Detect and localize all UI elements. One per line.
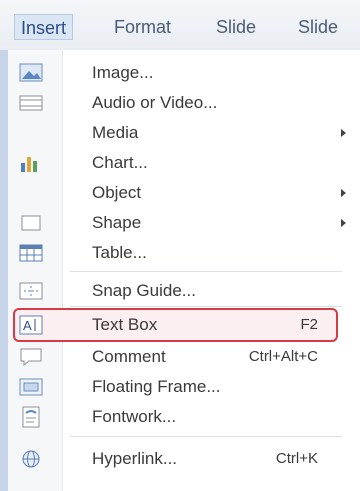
menu-item-image[interactable]: Image... <box>8 58 360 88</box>
menu-item-label: Shape <box>92 213 142 232</box>
shape-icon <box>18 211 44 235</box>
menu-item-hyperlink[interactable]: Hyperlink... Ctrl+K <box>8 444 360 474</box>
menu-item-shortcut: F2 <box>300 316 318 333</box>
floating-frame-icon <box>18 375 44 399</box>
menu-item-label: Image... <box>92 63 154 82</box>
window-edge <box>0 50 8 491</box>
submenu-arrow-icon <box>341 189 346 197</box>
menu-separator <box>70 436 342 437</box>
menu-item-label: Audio or Video... <box>92 93 218 112</box>
menu-item-comment[interactable]: Comment Ctrl+Alt+C <box>8 342 360 372</box>
menu-format[interactable]: Format <box>108 14 177 40</box>
menu-item-snap-guide[interactable]: Snap Guide... <box>8 276 360 306</box>
chart-icon <box>18 151 44 175</box>
menu-item-media[interactable]: Media <box>8 118 360 148</box>
submenu-arrow-icon <box>341 219 346 227</box>
menu-item-label: Hyperlink... <box>92 449 178 468</box>
menu-item-shape[interactable]: Shape <box>8 208 360 238</box>
snap-guide-icon <box>18 279 44 303</box>
menu-item-fontwork[interactable]: Fontwork... <box>8 402 360 432</box>
menu-insert[interactable]: Insert <box>14 14 74 40</box>
menu-item-text-box[interactable]: A Text Box F2 <box>8 310 360 340</box>
menu-separator <box>70 271 342 272</box>
menu-item-label: Object <box>92 183 142 202</box>
menu-item-chart[interactable]: Chart... <box>8 148 360 178</box>
table-icon <box>18 241 44 265</box>
menu-item-label: Floating Frame... <box>92 377 221 396</box>
menu-slideshow[interactable]: Slide <box>292 14 344 40</box>
menu-item-label: Snap Guide... <box>92 281 196 300</box>
audio-video-icon <box>18 91 44 115</box>
menu-item-object[interactable]: Object <box>8 178 360 208</box>
menu-item-label: Chart... <box>92 153 148 172</box>
menu-item-label: Text Box <box>92 315 158 334</box>
menu-item-label: Fontwork... <box>92 407 177 426</box>
comment-icon <box>18 345 44 369</box>
menu-bar: Insert Format Slide Slide <box>0 0 360 51</box>
image-icon <box>18 61 44 85</box>
svg-text:A: A <box>23 318 32 333</box>
menu-item-shortcut: Ctrl+Alt+C <box>248 348 318 365</box>
menu-item-label: Comment <box>92 347 166 366</box>
menu-item-floating-frame[interactable]: Floating Frame... <box>8 372 360 402</box>
text-box-icon: A <box>18 313 44 337</box>
hyperlink-icon <box>18 447 44 471</box>
menu-item-label: Media <box>92 123 139 142</box>
menu-item-shortcut: Ctrl+K <box>275 450 318 467</box>
menu-item-audio-video[interactable]: Audio or Video... <box>8 88 360 118</box>
menu-slide[interactable]: Slide <box>210 14 262 40</box>
menu-item-label: Table... <box>92 243 147 262</box>
fontwork-icon <box>18 405 44 429</box>
menu-item-table[interactable]: Table... <box>8 238 360 268</box>
submenu-arrow-icon <box>341 129 346 137</box>
menu-separator <box>70 306 342 307</box>
